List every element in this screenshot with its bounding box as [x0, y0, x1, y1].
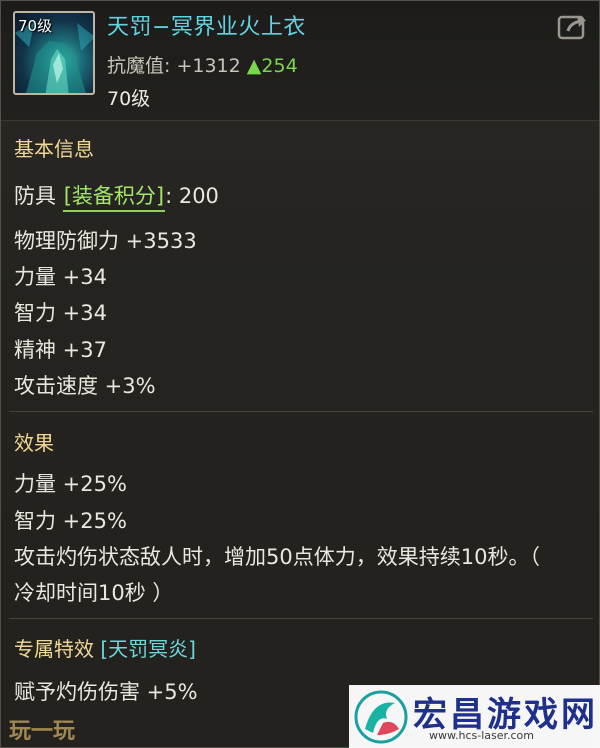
tooltip-header: 70级 天罚−冥界业火上衣 抗魔值: +1312 ▲254 70级 [1, 1, 599, 121]
exclusive-effect-title: 专属特效 [14, 637, 101, 661]
item-tooltip: 70级 天罚−冥界业火上衣 抗魔值: +1312 ▲254 70级 基本信息 防… [0, 0, 600, 748]
effect-line: 智力 +25% [14, 509, 127, 533]
magic-resist-line: 抗魔值: +1312 ▲254 [107, 51, 298, 78]
effect-line: 力量 +25% [14, 472, 127, 496]
section-divider [9, 618, 593, 619]
dragon-logo-icon [354, 690, 408, 744]
equipment-score-line: 防具 [装备积分]: 200 [14, 180, 219, 212]
effects-title: 效果 [14, 431, 54, 455]
required-level: 70级 [107, 88, 151, 110]
armor-item-icon[interactable]: 70级 [13, 11, 95, 95]
basic-stat-line: 智力 +34 [14, 301, 107, 325]
item-name: 天罚−冥界业火上衣 [107, 15, 306, 40]
share-button[interactable] [557, 13, 589, 41]
basic-info-title: 基本信息 [14, 137, 94, 161]
item-level-badge: 70级 [18, 17, 53, 35]
magic-resist-gain: ▲254 [246, 55, 298, 77]
site-url: www.hcs-laser.com [429, 729, 534, 742]
equipment-score-value: : 200 [165, 184, 219, 208]
basic-stat-line: 力量 +34 [14, 265, 107, 289]
basic-stat-line: 攻击速度 +3% [14, 374, 156, 398]
effect-line: 冷却时间10秒 ） [14, 581, 174, 605]
equipment-score-tag[interactable]: [装备积分] [62, 180, 166, 212]
effect-line: 攻击灼伤状态敌人时，增加50点体力，效果持续10秒。（ [14, 545, 540, 569]
exclusive-effect-line: 专属特效 [天罚冥炎] [14, 633, 196, 662]
basic-stat-line: 物理防御力 +3533 [14, 229, 197, 253]
section-divider [9, 411, 593, 412]
site-watermark: 宏昌游戏网 www.hcs-laser.com [349, 685, 600, 748]
share-icon [557, 15, 586, 40]
basic-stat-line: 精神 +37 [14, 338, 107, 362]
equipment-category: 防具 [14, 184, 63, 208]
magic-resist-label: 抗魔值: [107, 55, 177, 77]
magic-resist-value: +1312 [176, 55, 247, 77]
exclusive-effect-desc: 赋予灼伤伤害 +5% [14, 680, 198, 704]
left-watermark: 玩一玩 [9, 719, 76, 744]
exclusive-effect-tag[interactable]: [天罚冥炎] [100, 637, 196, 661]
